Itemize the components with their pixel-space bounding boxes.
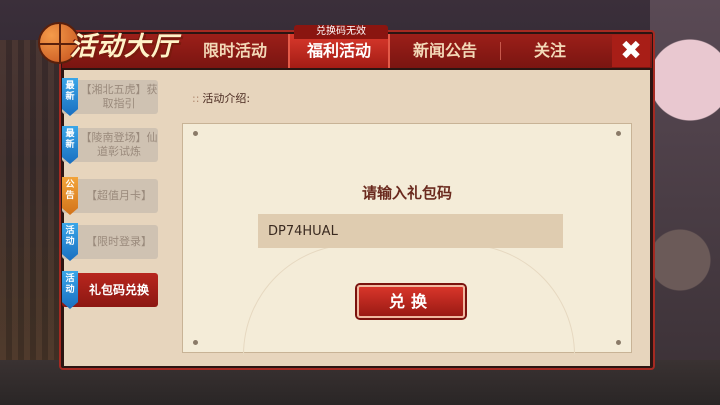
gift-code-card: 请输入礼包码 兑换 [182,123,632,355]
close-button[interactable]: ✖ [612,35,650,67]
sidebar-item-label: 【湘北五虎】获取指引 [80,83,158,110]
close-icon: ✖ [620,36,642,66]
invalid-code-notice: 兑换码无效 [294,25,388,39]
tab-welfare-events[interactable]: 福利活动 [288,34,390,68]
tag-event-badge: 活动 [62,271,78,309]
event-intro: :: 活动介绍: [192,90,250,106]
rivet-icon [193,131,198,136]
intro-label: 活动介绍: [202,92,251,105]
tab-news[interactable]: 新闻公告 [390,34,500,68]
background-right [650,0,720,405]
sidebar-item-label: 【超值月卡】 [86,189,152,202]
logo-title: 活动大厅 [70,32,179,62]
tag-new-badge: 最新 [62,78,78,116]
sidebar-item-label: 礼包码兑换 [88,283,149,297]
tag-new-badge: 最新 [62,126,78,164]
dots-icon: :: [192,92,200,105]
rivet-icon [616,131,621,136]
sidebar-item-label: 【陵南登场】仙道彰试炼 [80,131,158,158]
rivet-icon [616,340,621,345]
gift-code-input[interactable] [258,214,563,248]
app-logo: 活动大厅 [38,22,190,66]
sidebar-item-ryonan-trial[interactable]: 最新 【陵南登场】仙道彰试炼 [62,126,158,164]
redeem-button[interactable]: 兑换 [357,285,465,318]
tab-follow[interactable]: 关注 [500,34,600,68]
tab-limited-events[interactable]: 限时活动 [182,34,288,68]
tag-event-badge: 活动 [62,223,78,261]
sidebar-item-monthly-card[interactable]: 公告 【超值月卡】 [62,177,158,215]
tag-notice-badge: 公告 [62,177,78,215]
sidebar-item-gift-code[interactable]: 活动 礼包码兑换 [62,271,158,309]
sidebar-item-shohoku-guide[interactable]: 最新 【湘北五虎】获取指引 [62,78,158,116]
sidebar-item-label: 【限时登录】 [86,235,152,248]
rivet-icon [193,340,198,345]
card-title: 请输入礼包码 [361,184,452,202]
sidebar-item-limited-login[interactable]: 活动 【限时登录】 [62,223,158,261]
